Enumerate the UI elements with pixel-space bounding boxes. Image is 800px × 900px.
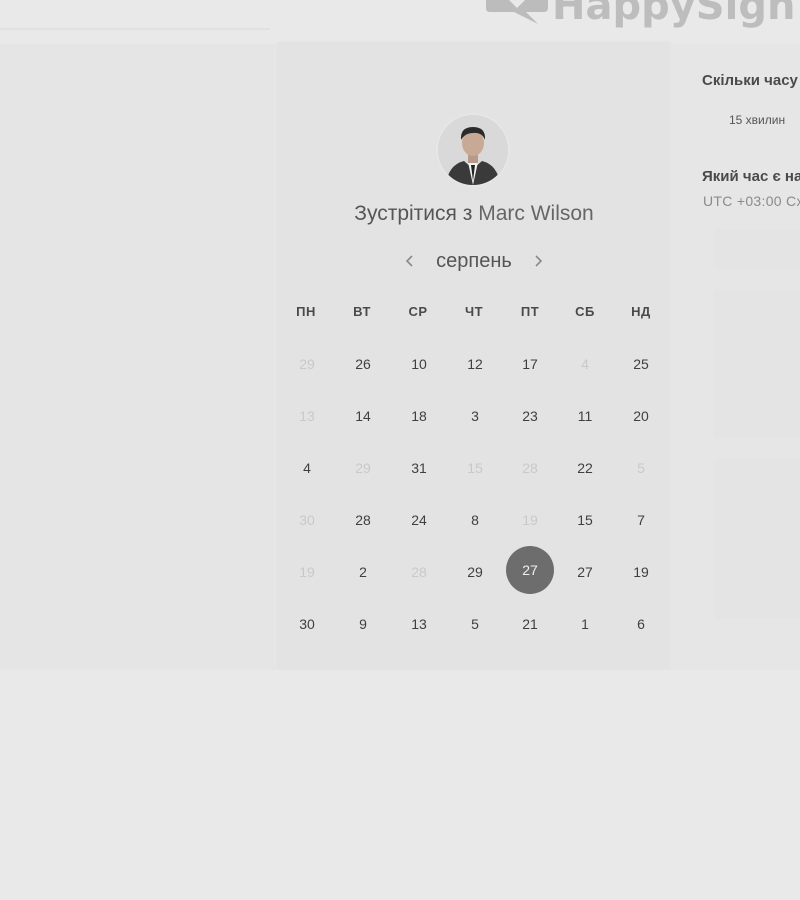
calendar-day: 30 xyxy=(299,512,315,528)
calendar-day[interactable]: 19 xyxy=(617,548,665,596)
calendar-day[interactable]: 25 xyxy=(617,340,665,388)
calendar-day[interactable]: 10 xyxy=(395,340,443,388)
calendar-day[interactable]: 17 xyxy=(506,340,554,388)
calendar-day[interactable]: 26 xyxy=(339,340,387,388)
calendar-day[interactable]: 27 xyxy=(561,548,609,596)
calendar-day: 19 xyxy=(522,512,538,528)
calendar-day[interactable]: 7 xyxy=(617,496,665,544)
calendar-day: 29 xyxy=(299,356,315,372)
time-slot-placeholder xyxy=(714,289,800,439)
calendar-day: 19 xyxy=(299,564,315,580)
calendar-day: 29 xyxy=(355,460,371,476)
time-question: Який час є на xyxy=(702,168,800,185)
calendar-day[interactable]: 9 xyxy=(339,600,387,648)
calendar-day[interactable]: 29 xyxy=(451,548,499,596)
calendar-day[interactable]: 4 xyxy=(283,444,331,492)
time-slot-placeholder xyxy=(714,229,800,269)
speech-bubble-heart-icon xyxy=(486,0,548,26)
calendar-day[interactable]: 8 xyxy=(451,496,499,544)
calendar-day[interactable]: 5 xyxy=(451,600,499,648)
duration-option[interactable]: 15 хвилин xyxy=(714,105,800,135)
calendar-day-selected[interactable]: 27 xyxy=(506,546,554,594)
calendar-day[interactable]: 23 xyxy=(506,392,554,440)
left-panel xyxy=(0,44,275,669)
calendar-days-grid: 29 26 10 12 17 4 25 13 14 18 3 23 11 20 4 29 31 15 28 22 5 30… xyxy=(278,42,670,670)
calendar-day: 28 xyxy=(522,460,538,476)
calendar-day[interactable]: 28 xyxy=(339,496,387,544)
details-panel: Скільки часу 15 хвилин Який час є на UTC… xyxy=(670,44,800,669)
calendar-day[interactable]: 20 xyxy=(617,392,665,440)
logo[interactable]: HappySign xyxy=(486,0,795,26)
calendar-day[interactable]: 24 xyxy=(395,496,443,544)
calendar-day[interactable]: 3 xyxy=(451,392,499,440)
calendar-day[interactable]: 12 xyxy=(451,340,499,388)
calendar-day[interactable]: 11 xyxy=(561,392,609,440)
time-slot-placeholder xyxy=(714,459,800,619)
logo-text: HappySign xyxy=(552,0,796,29)
booking-calendar-card: Зустрітися з Marc Wilson серпень ПН ВТ С… xyxy=(278,42,670,670)
calendar-day: 13 xyxy=(299,408,315,424)
page-footer-area xyxy=(0,670,800,900)
calendar-day[interactable]: 15 xyxy=(561,496,609,544)
calendar-day: 28 xyxy=(411,564,427,580)
calendar-day[interactable]: 13 xyxy=(395,600,443,648)
calendar-day[interactable]: 2 xyxy=(339,548,387,596)
calendar-day[interactable]: 18 xyxy=(395,392,443,440)
calendar-day[interactable]: 30 xyxy=(283,600,331,648)
header-divider xyxy=(0,28,270,30)
top-bar: HappySign xyxy=(0,0,800,44)
calendar-day[interactable]: 21 xyxy=(506,600,554,648)
duration-question: Скільки часу xyxy=(702,72,798,89)
calendar-day: 5 xyxy=(637,460,645,476)
timezone-selector[interactable]: UTC +03:00 Сх xyxy=(703,193,800,209)
calendar-day[interactable]: 22 xyxy=(561,444,609,492)
calendar-day[interactable]: 14 xyxy=(339,392,387,440)
calendar-day: 4 xyxy=(581,356,589,372)
calendar-day: 15 xyxy=(467,460,483,476)
calendar-day[interactable]: 1 xyxy=(561,600,609,648)
calendar-day[interactable]: 6 xyxy=(617,600,665,648)
calendar-day[interactable]: 31 xyxy=(395,444,443,492)
